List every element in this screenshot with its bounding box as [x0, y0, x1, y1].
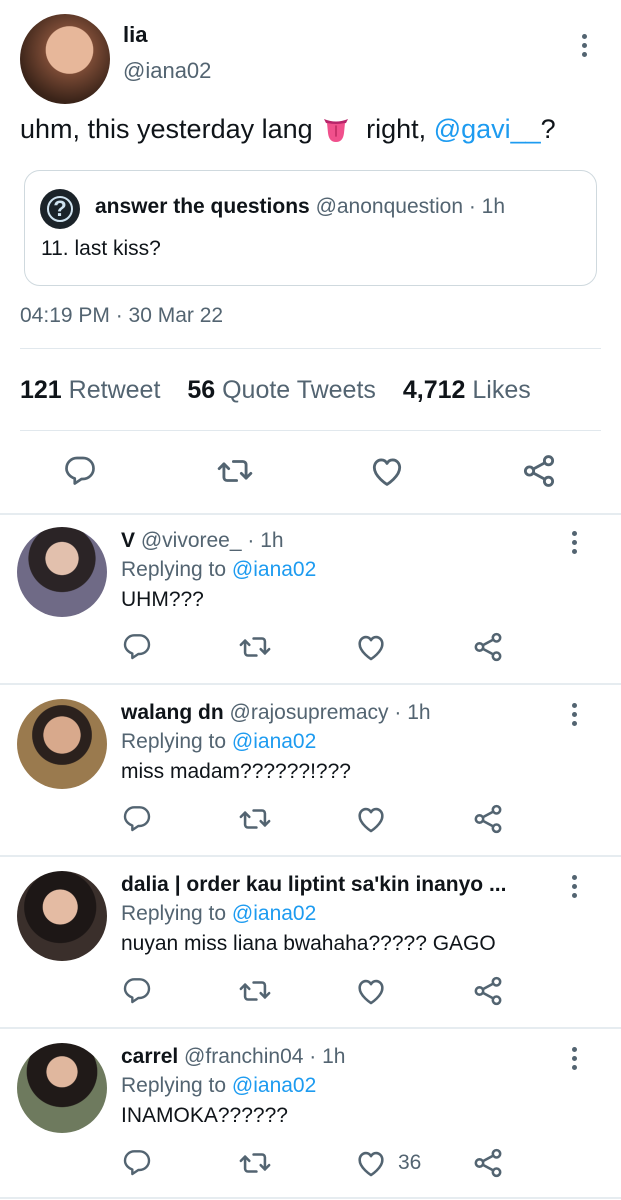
reply-header: V @vivoree_ · 1h [121, 529, 284, 553]
quoted-tweet[interactable]: ? answer the questions @anonquestion · 1… [24, 170, 597, 286]
reply-author-name[interactable]: V [121, 529, 135, 552]
reply-icon[interactable] [62, 452, 98, 488]
reply-tweet[interactable]: carrel @franchin04 · 1h Replying to @ian… [0, 1031, 621, 1200]
reply-author-name[interactable]: carrel [121, 1045, 178, 1068]
tweet-timestamp[interactable]: 04:19 PM · 30 Mar 22 [20, 304, 223, 328]
quotes-count: 56 [187, 376, 216, 404]
mention-link[interactable]: @gavi__ [434, 114, 541, 144]
quotes-label: Quote Tweets [222, 376, 376, 404]
author-avatar[interactable] [20, 14, 110, 104]
reply-author-handle[interactable]: @rajosupremacy [224, 701, 389, 724]
divider [0, 1197, 621, 1199]
quote-text: 11. last kiss? [41, 237, 161, 260]
replying-to-label: Replying to [121, 558, 232, 581]
like-icon[interactable] [354, 630, 398, 664]
more-options-icon[interactable] [570, 1047, 578, 1070]
divider [0, 855, 621, 857]
share-icon[interactable] [471, 1146, 505, 1180]
reply-author-name[interactable]: dalia | order kau liptint sa'kin inanyo … [121, 873, 506, 896]
reply-icon[interactable] [121, 974, 153, 1006]
reply-tweet[interactable]: dalia | order kau liptint sa'kin inanyo … [0, 859, 621, 1029]
reply-header: carrel @franchin04 · 1h [121, 1045, 345, 1069]
retweet-icon[interactable] [238, 802, 272, 836]
reply-avatar[interactable] [17, 871, 107, 961]
like-icon[interactable] [354, 802, 398, 836]
more-options-icon[interactable] [580, 34, 588, 57]
share-icon[interactable] [471, 630, 505, 664]
more-options-icon[interactable] [570, 531, 578, 554]
divider [20, 430, 601, 431]
quote-header: answer the questions @anonquestion · 1h [95, 195, 505, 219]
reply-author-handle[interactable]: @vivoree_ [135, 529, 242, 552]
retweets-count: 121 [20, 376, 62, 404]
reply-header: dalia | order kau liptint sa'kin inanyo … [121, 873, 506, 897]
replying-to: Replying to @iana02 [121, 902, 316, 926]
reply-icon[interactable] [121, 1146, 153, 1178]
reply-time: · 1h [388, 701, 431, 724]
replying-to-link[interactable]: @iana02 [232, 558, 316, 581]
share-icon[interactable] [471, 974, 505, 1008]
reply-avatar[interactable] [17, 699, 107, 789]
retweets-stat[interactable]: 121 Retweet [20, 376, 160, 404]
reply-time: · 1h [303, 1045, 346, 1068]
quote-avatar[interactable]: ? [40, 189, 80, 229]
reply-author-name[interactable]: walang dn [121, 701, 224, 724]
replying-to-label: Replying to [121, 902, 232, 925]
retweet-icon[interactable] [238, 630, 272, 664]
tweet-stats: 121 Retweet 56 Quote Tweets 4,712 Likes [20, 376, 531, 405]
reply-text: nuyan miss liana bwahaha????? GAGO [121, 932, 496, 955]
reply-time: · 1h [241, 529, 284, 552]
reply-header: walang dn @rajosupremacy · 1h [121, 701, 431, 725]
reply-avatar[interactable] [17, 527, 107, 617]
replying-to-link[interactable]: @iana02 [232, 1074, 316, 1097]
more-options-icon[interactable] [570, 875, 578, 898]
likes-label: Likes [472, 376, 531, 404]
like-count: 36 [398, 1151, 422, 1174]
more-options-icon[interactable] [570, 703, 578, 726]
reply-icon[interactable] [121, 802, 153, 834]
likes-count: 4,712 [402, 376, 466, 404]
replying-to-link[interactable]: @iana02 [232, 730, 316, 753]
likes-stat[interactable]: 4,712 Likes [403, 376, 531, 404]
reply-icon[interactable] [121, 630, 153, 662]
reply-tweet[interactable]: V @vivoree_ · 1h Replying to @iana02 UHM… [0, 515, 621, 685]
reply-text: INAMOKA?????? [121, 1104, 288, 1127]
tweet-text: uhm, this yesterday lang right, @gavi__? [20, 114, 556, 145]
divider [0, 683, 621, 685]
reply-text: UHM??? [121, 588, 204, 611]
retweets-label: Retweet [68, 376, 161, 404]
reply-text: miss madam??????!??? [121, 760, 351, 783]
divider [20, 348, 601, 349]
replying-to-link[interactable]: @iana02 [232, 902, 316, 925]
replying-to: Replying to @iana02 [121, 730, 316, 754]
share-icon[interactable] [520, 452, 558, 490]
divider [0, 1027, 621, 1029]
tweet-text-end: ? [540, 114, 556, 144]
retweet-icon[interactable] [238, 974, 272, 1008]
like-icon[interactable] [354, 974, 398, 1008]
replying-to-label: Replying to [121, 730, 232, 753]
replying-to: Replying to @iana02 [121, 558, 316, 582]
like-icon[interactable] [368, 452, 406, 490]
quotes-stat[interactable]: 56 Quote Tweets [187, 376, 376, 404]
tweet-text-start: uhm, this yesterday lang [20, 114, 313, 144]
author-handle[interactable]: @iana02 [123, 58, 211, 84]
replying-to-label: Replying to [121, 1074, 232, 1097]
quote-author-name[interactable]: answer the questions [95, 195, 310, 218]
author-name[interactable]: lia [123, 22, 147, 48]
share-icon[interactable] [471, 802, 505, 836]
quote-time: · 1h [463, 195, 506, 218]
replying-to: Replying to @iana02 [121, 1074, 316, 1098]
quote-author-handle[interactable]: @anonquestion [316, 195, 463, 218]
tongue-emoji-icon [323, 119, 348, 142]
tweet-text-middle: right, [358, 114, 434, 144]
like-icon[interactable]: 36 [354, 1146, 421, 1180]
reply-tweet[interactable]: walang dn @rajosupremacy · 1h Replying t… [0, 687, 621, 857]
retweet-icon[interactable] [238, 1146, 272, 1180]
retweet-icon[interactable] [216, 452, 254, 490]
question-icon: ? [47, 196, 73, 222]
reply-author-handle[interactable]: @franchin04 [178, 1045, 303, 1068]
reply-avatar[interactable] [17, 1043, 107, 1133]
